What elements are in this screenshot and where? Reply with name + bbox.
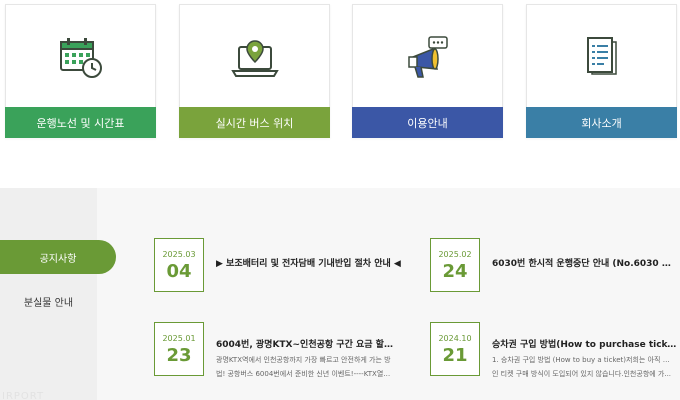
megaphone-icon — [353, 33, 502, 83]
notice-excerpt: 광명KTX역에서 인천공항까지 가장 빠르고 안전하게 가는 방 법! 공항버스… — [216, 353, 396, 381]
notice-item[interactable]: 2025.03 04 ▶ 보조배터리 및 전자담배 기내반입 절차 안내 ◀ — [154, 238, 401, 294]
notice-year-month: 2024.10 — [438, 334, 472, 343]
notice-excerpt: 1. 승차권 구입 방법 (How to buy a ticket)저희는 아직… — [492, 353, 672, 381]
notice-day: 23 — [166, 345, 192, 366]
quick-menu-realtime-bus[interactable]: 실시간 버스 위치 — [179, 4, 330, 138]
notice-item[interactable]: 2025.01 23 6004번, 광명KTX~인천공항 구간 요금 할인 이벤… — [154, 322, 401, 381]
notice-date: 2025.02 24 — [430, 238, 480, 292]
notice-title[interactable]: ▶ 보조배터리 및 전자담배 기내반입 절차 안내 ◀ — [216, 256, 401, 269]
notice-excerpt-line: 인 티켓 구매 방식이 도입되어 있지 않습니다.인천공항에 가... — [492, 370, 672, 378]
calendar-clock-icon — [6, 33, 155, 83]
notice-date: 2025.01 23 — [154, 322, 204, 376]
tab-lost-and-found[interactable]: 분실물 안내 — [0, 284, 97, 318]
notice-year-month: 2025.03 — [162, 250, 196, 259]
quick-menu-usage-guide[interactable]: 이용안내 — [352, 4, 503, 138]
notice-date: 2024.10 21 — [430, 322, 480, 376]
notice-year-month: 2025.01 — [162, 334, 196, 343]
notice-day: 24 — [442, 261, 468, 282]
notice-excerpt-line: 1. 승차권 구입 방법 (How to buy a ticket)저희는 아직… — [492, 356, 672, 364]
notice-excerpt-line: 법! 공항버스 6004번에서 준비한 신년 이벤트!----KTX열차... — [216, 370, 396, 378]
document-list-icon — [527, 33, 676, 83]
notice-day: 21 — [442, 345, 468, 366]
quick-menu-label[interactable]: 운행노선 및 시간표 — [5, 107, 156, 138]
quick-menu-label[interactable]: 이용안내 — [352, 107, 503, 138]
notice-date: 2025.03 04 — [154, 238, 204, 292]
quick-menu-route-timetable[interactable]: 운행노선 및 시간표 — [5, 4, 156, 138]
tab-notices[interactable]: 공지사항 — [0, 240, 116, 274]
notice-title[interactable]: 승차권 구입 방법(How to purchase tickets) 및 수..… — [492, 337, 677, 350]
notice-title[interactable]: 6004번, 광명KTX~인천공항 구간 요금 할인 이벤트 — [216, 337, 401, 350]
notice-excerpt-line: 광명KTX역에서 인천공항까지 가장 빠르고 안전하게 가는 방 — [216, 356, 391, 364]
notice-title[interactable]: 6030번 한시적 운행중단 안내 (No.6030 bus tem... — [492, 256, 677, 269]
quick-menu: 운행노선 및 시간표 실시간 버스 위치 이용안내 회사소개 — [0, 0, 680, 140]
quick-menu-label[interactable]: 실시간 버스 위치 — [179, 107, 330, 138]
quick-menu-company-intro[interactable]: 회사소개 — [526, 4, 677, 138]
quick-menu-label[interactable]: 회사소개 — [526, 107, 677, 138]
notice-year-month: 2025.02 — [438, 250, 472, 259]
notice-section: 공지사항 분실물 안내 2025.03 04 ▶ 보조배터리 및 전자담배 기내… — [0, 188, 680, 400]
watermark-text: IRPORT — [2, 391, 45, 400]
notice-day: 04 — [166, 261, 192, 282]
laptop-location-icon — [180, 33, 329, 83]
notice-item[interactable]: 2025.02 24 6030번 한시적 운행중단 안내 (No.6030 bu… — [430, 238, 677, 294]
notice-item[interactable]: 2024.10 21 승차권 구입 방법(How to purchase tic… — [430, 322, 677, 381]
